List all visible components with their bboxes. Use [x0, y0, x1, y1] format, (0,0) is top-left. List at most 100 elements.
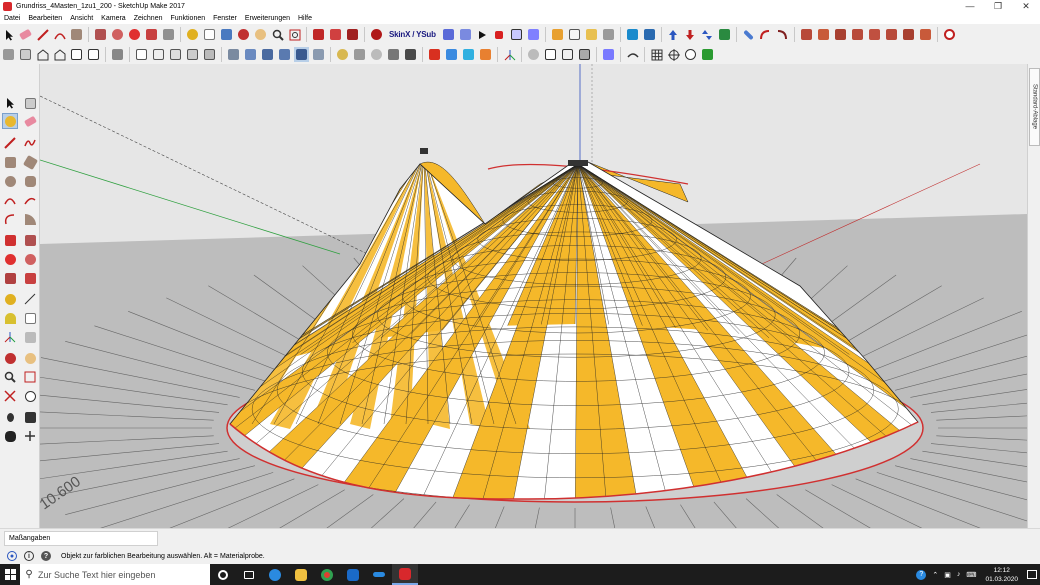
target-icon[interactable] — [683, 47, 698, 62]
close-button[interactable]: ✕ — [1012, 1, 1040, 12]
views-back-icon[interactable] — [69, 47, 84, 62]
left-tape-icon[interactable] — [2, 291, 18, 307]
zoom-extents-icon[interactable] — [287, 27, 302, 42]
left-rectangle-icon[interactable] — [2, 154, 18, 170]
orbit-tool-icon[interactable] — [236, 27, 251, 42]
menu-bearbeiten[interactable]: Bearbeiten — [24, 15, 66, 22]
menu-hilfe[interactable]: Hilfe — [294, 15, 316, 22]
left-rotate-icon[interactable] — [2, 251, 18, 267]
select-tool-icon[interactable] — [1, 27, 16, 42]
roof-tool-5-icon[interactable] — [867, 27, 882, 42]
move-up-icon[interactable] — [666, 27, 681, 42]
tape-measure-icon[interactable] — [185, 27, 200, 42]
smooth-curve-icon[interactable] — [625, 47, 640, 62]
roof-tool-7-icon[interactable] — [901, 27, 916, 42]
style-shaded-icon[interactable] — [168, 47, 183, 62]
solid-red-icon[interactable] — [427, 47, 442, 62]
roof-tool-6-icon[interactable] — [884, 27, 899, 42]
left-section-plane-icon[interactable] — [22, 428, 38, 444]
arrows-both-icon[interactable] — [700, 27, 715, 42]
left-dimension-icon[interactable] — [22, 291, 38, 307]
file-explorer-icon[interactable] — [288, 564, 314, 585]
windows-start-button[interactable] — [0, 564, 20, 585]
box-white-icon[interactable] — [567, 27, 582, 42]
zoom-tool-icon[interactable] — [270, 27, 285, 42]
rotate-tool-icon[interactable] — [127, 27, 142, 42]
menu-fenster[interactable]: Fenster — [209, 15, 241, 22]
left-text-icon[interactable] — [22, 310, 38, 326]
line-tool-icon[interactable] — [35, 27, 50, 42]
section-grey-icon[interactable] — [311, 47, 326, 62]
left-zoom-window-icon[interactable] — [22, 369, 38, 385]
default-tray-tab[interactable]: Standard-Ablage — [1029, 68, 1040, 146]
outlook-icon[interactable] — [340, 564, 366, 585]
left-eraser-icon[interactable] — [22, 113, 38, 129]
help-circle-icon[interactable] — [942, 27, 957, 42]
ysub-play-icon[interactable] — [475, 27, 490, 42]
push-pull-tool-icon[interactable] — [93, 27, 108, 42]
left-freehand-icon[interactable] — [22, 135, 38, 151]
left-3pt-arc-icon[interactable] — [2, 211, 18, 227]
menu-erweiterungen[interactable]: Erweiterungen — [241, 15, 294, 22]
measure-blue-icon[interactable] — [642, 27, 657, 42]
menu-zeichnen[interactable]: Zeichnen — [130, 15, 167, 22]
warehouse-icon[interactable] — [311, 27, 326, 42]
left-axes-icon[interactable] — [2, 329, 18, 345]
sketchup-taskbar-icon[interactable] — [392, 564, 418, 585]
keyboard-icon[interactable]: ⌨ — [966, 571, 976, 579]
left-rotated-rect-icon[interactable] — [22, 154, 38, 170]
left-arc-icon[interactable] — [2, 192, 18, 208]
left-protractor-icon[interactable] — [2, 310, 18, 326]
views-top-icon[interactable] — [18, 47, 33, 62]
offset-tool-icon[interactable] — [144, 27, 159, 42]
left-push-pull-icon[interactable] — [22, 232, 38, 248]
axes-icon[interactable] — [502, 47, 517, 62]
geo-location-icon[interactable]: ● — [7, 551, 17, 561]
box-shaded-icon[interactable] — [601, 27, 616, 42]
flag-icon[interactable] — [625, 27, 640, 42]
roof-tool-8-icon[interactable] — [918, 27, 933, 42]
style-texture-icon[interactable] — [185, 47, 200, 62]
roof-tool-2-icon[interactable] — [816, 27, 831, 42]
left-3d-text-icon[interactable] — [22, 329, 38, 345]
skinx-label[interactable]: SkinX / YSub — [389, 30, 436, 39]
left-pie-icon[interactable] — [22, 211, 38, 227]
left-2pt-arc-icon[interactable] — [22, 192, 38, 208]
style-mono-icon[interactable] — [202, 47, 217, 62]
measurements-label[interactable]: Maßangaben — [4, 531, 158, 546]
credits-icon[interactable]: i — [24, 551, 34, 561]
volume-icon[interactable]: ♪ — [957, 571, 961, 578]
extension-warehouse-icon[interactable] — [345, 27, 360, 42]
left-line-icon[interactable] — [2, 135, 18, 151]
move-down-icon[interactable] — [683, 27, 698, 42]
section-active-icon[interactable] — [294, 47, 309, 62]
sandbox-scratch-icon[interactable] — [352, 47, 367, 62]
sandbox-contours-icon[interactable] — [335, 47, 350, 62]
roof-tool-4-icon[interactable] — [850, 27, 865, 42]
eraser-tool-icon[interactable] — [18, 27, 33, 42]
rectangle-tool-icon[interactable] — [69, 27, 84, 42]
menu-ansicht[interactable]: Ansicht — [66, 15, 97, 22]
task-view-icon[interactable] — [236, 564, 262, 585]
chevron-up-icon[interactable]: ⌃ — [932, 571, 938, 579]
pencil-blue-icon[interactable] — [741, 27, 756, 42]
views-right-icon[interactable] — [52, 47, 67, 62]
left-select-icon[interactable] — [2, 95, 18, 111]
ysub-mesh-icon[interactable] — [509, 27, 524, 42]
left-zoom-extents-icon[interactable] — [2, 388, 18, 404]
taskbar-clock[interactable]: 12:12 01.03.2020 — [985, 566, 1018, 584]
notification-icon[interactable] — [1027, 570, 1037, 579]
left-pan-icon[interactable] — [22, 350, 38, 366]
crosshair-icon[interactable] — [666, 47, 681, 62]
hourglass-icon[interactable] — [717, 27, 732, 42]
views-front-icon[interactable] — [35, 47, 50, 62]
ysub-stop-icon[interactable] — [492, 27, 507, 42]
follow-me-tool-icon[interactable] — [110, 27, 125, 42]
left-zoom-icon[interactable] — [2, 369, 18, 385]
grid-icon[interactable] — [649, 47, 664, 62]
help-tray-icon[interactable]: ? — [916, 569, 927, 580]
minimize-button[interactable]: — — [956, 1, 984, 12]
left-scale-icon[interactable] — [2, 270, 18, 286]
left-component-icon[interactable] — [22, 95, 38, 111]
section-fill-icon[interactable] — [277, 47, 292, 62]
